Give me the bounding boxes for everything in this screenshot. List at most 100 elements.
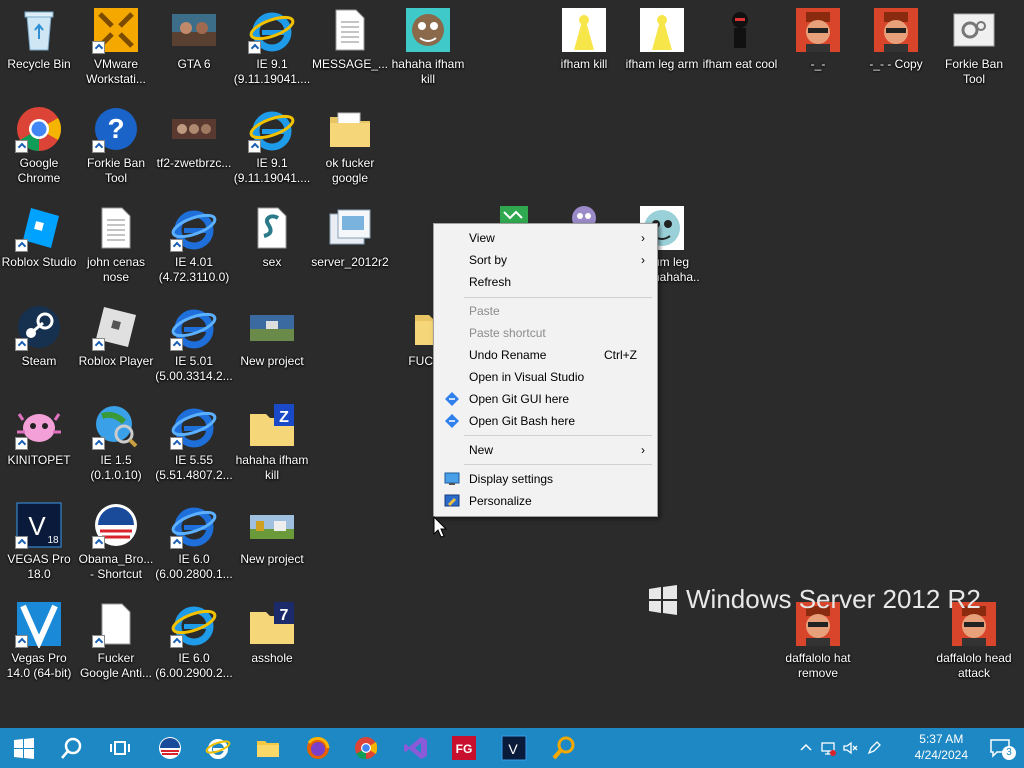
desktop-icon-hahaha-ifham-kill-image[interactable]: hahaha ifham kill <box>389 6 467 87</box>
folder-icon <box>415 315 433 345</box>
pen-icon[interactable] <box>866 740 882 756</box>
desktop-icon-steam[interactable]: Steam <box>0 303 78 369</box>
desktop-icon-google-chrome[interactable]: Google Chrome <box>0 105 78 186</box>
desktop-icon-roblox-player[interactable]: Roblox Player <box>77 303 155 369</box>
taskbar-app-fg[interactable]: FG <box>444 732 484 764</box>
taskbar-search[interactable] <box>52 732 92 764</box>
desktop-icon-label: daffalolo head attack <box>936 651 1012 680</box>
menu-item-undo-rename[interactable]: Undo Rename Ctrl+Z <box>436 344 655 366</box>
git-icon <box>445 392 459 406</box>
clock-time: 5:37 AM <box>919 732 964 746</box>
desktop-icon-kinitopet[interactable]: KINITOPET <box>0 402 78 468</box>
image-icon <box>406 8 450 52</box>
menu-item-open-visual-studio[interactable]: Open in Visual Studio <box>436 366 655 388</box>
desktop-icon-forkie-ban-tool-config[interactable]: Forkie Ban Tool <box>935 6 1013 87</box>
desktop-icon-label: sex <box>262 255 282 269</box>
display-icon <box>444 472 460 485</box>
desktop-icon-new-project-1[interactable]: New project <box>233 303 311 369</box>
desktop-icon-john-cenas-nose[interactable]: john cenas nose <box>77 204 155 285</box>
taskbar-app-file-explorer[interactable] <box>248 732 288 764</box>
mouse-cursor-icon <box>433 516 447 538</box>
svg-text:FG: FG <box>456 742 473 756</box>
menu-item-paste[interactable]: Paste <box>436 300 655 322</box>
ie-icon <box>205 739 231 759</box>
desktop-icon-ie-9-1-b[interactable]: IE 9.1 (9.11.19041.... <box>233 105 311 186</box>
desktop-icon-ie-5-55[interactable]: IE 5.55 (5.51.4807.2... <box>155 402 233 483</box>
gta-image-icon <box>172 14 216 46</box>
desktop-icon-vegas-pro-14[interactable]: Vegas Pro 14.0 (64-bit) <box>0 600 78 681</box>
taskbar-app-vegas[interactable]: V <box>494 732 534 764</box>
desktop-icon-vegas-pro-18[interactable]: V 18 VEGAS Pro 18.0 <box>0 501 78 582</box>
desktop-icon-ifham-eat-cool[interactable]: ifham eat cool <box>701 6 779 72</box>
menu-item-open-git-gui[interactable]: Open Git GUI here <box>436 388 655 410</box>
desktop-icon-label: john cenas nose <box>86 255 146 284</box>
desktop-icon-hahaha-ifham-kill-zip[interactable]: Z hahaha ifham kill <box>233 402 311 483</box>
desktop-icon-fuc[interactable]: FUC <box>389 303 433 369</box>
video-project-icon <box>250 315 294 341</box>
desktop-icon-new-project-2[interactable]: New project <box>233 501 311 567</box>
desktop-icon-ifham-kill[interactable]: ifham kill <box>545 6 623 72</box>
desktop-icon-ifham-leg-arm[interactable]: ifham leg arm <box>623 6 701 72</box>
menu-item-view[interactable]: View › <box>436 227 655 249</box>
desktop-icon-gta-6[interactable]: GTA 6 <box>155 6 233 72</box>
desktop-icon-label: Roblox Player <box>78 354 154 368</box>
desktop-icon-ie-4-01[interactable]: IE 4.01 (4.72.3110.0) <box>155 204 233 285</box>
menu-item-display-settings[interactable]: Display settings <box>436 468 655 490</box>
action-center-button[interactable]: 3 <box>988 736 1016 760</box>
desktop-icon-label: Fucker Google Anti... <box>79 651 153 680</box>
taskbar-app-ie[interactable] <box>198 732 238 764</box>
desktop-icon-dash-copy[interactable]: -_- - Copy <box>857 6 935 72</box>
desktop-icon-ie-5-01[interactable]: IE 5.01 (5.00.3314.2... <box>155 303 233 384</box>
desktop[interactable]: Recycle Bin VMware Workstati... GTA 6 IE… <box>0 0 1024 728</box>
menu-item-new[interactable]: New › <box>436 439 655 461</box>
menu-item-label: Paste <box>469 304 500 318</box>
volume-muted-icon[interactable] <box>842 740 858 756</box>
menu-separator <box>464 435 652 436</box>
desktop-icon-ie-9-1[interactable]: IE 9.1 (9.11.19041.... <box>233 6 311 87</box>
desktop-icon-recycle-bin[interactable]: Recycle Bin <box>0 6 78 72</box>
desktop-icon-ok-fucker-google[interactable]: ok fucker google <box>311 105 389 186</box>
taskbar-app-firefox[interactable] <box>298 732 338 764</box>
firefox-icon <box>307 737 330 759</box>
desktop-icon-label: New project <box>240 354 304 368</box>
menu-item-personalize[interactable]: Personalize <box>436 490 655 512</box>
chevron-right-icon: › <box>641 443 645 457</box>
menu-item-label: Open Git GUI here <box>469 392 570 406</box>
menu-item-label: Open Git Bash here <box>469 414 576 428</box>
desktop-icon-ie-6-0-a[interactable]: IE 6.0 (6.00.2800.1... <box>155 501 233 582</box>
menu-item-sort-by[interactable]: Sort by › <box>436 249 655 271</box>
desktop-icon-roblox-studio[interactable]: Roblox Studio <box>0 204 78 270</box>
desktop-icon-vmware[interactable]: VMware Workstati... <box>77 6 155 87</box>
start-button[interactable] <box>4 732 44 764</box>
menu-item-shortcut: Ctrl+Z <box>604 348 637 362</box>
menu-item-open-git-bash[interactable]: Open Git Bash here <box>436 410 655 432</box>
chevron-right-icon: › <box>641 231 645 245</box>
desktop-icon-label: hahaha ifham kill <box>235 453 309 482</box>
menu-item-label: New <box>469 443 494 457</box>
desktop-icon-dash[interactable]: -_- <box>779 6 857 72</box>
desktop-icon-label: um leg hahaha... <box>653 255 700 299</box>
taskbar-app-obama[interactable] <box>150 732 190 764</box>
desktop-icon-tf2[interactable]: tf2-zwetbrzc... <box>155 105 233 171</box>
taskbar-clock[interactable]: 5:37 AM 4/24/2024 <box>915 731 968 763</box>
image-icon <box>172 119 216 139</box>
menu-item-refresh[interactable]: Refresh <box>436 271 655 293</box>
desktop-icon-fucker-google-anti[interactable]: Fucker Google Anti... <box>77 600 155 681</box>
desktop-icon-server-2012r2[interactable]: server_2012r2 <box>311 204 389 270</box>
desktop-icon-obama[interactable]: Obama_Bro... - Shortcut <box>77 501 155 582</box>
desktop-icon-message[interactable]: MESSAGE_... <box>311 6 389 72</box>
desktop-icon-sex[interactable]: sex <box>233 204 311 270</box>
desktop-icon-ie-1-5[interactable]: IE 1.5 (0.1.0.10) <box>77 402 155 483</box>
desktop-icon-forkie-ban-tool[interactable]: ? Forkie Ban Tool <box>77 105 155 186</box>
desktop-icon-label: server_2012r2 <box>311 255 389 269</box>
taskbar-app-visual-studio[interactable] <box>396 732 436 764</box>
desktop-icon-asshole[interactable]: 7 asshole <box>233 600 311 666</box>
taskbar-task-view[interactable] <box>100 732 140 764</box>
desktop-icon-ie-6-0-b[interactable]: IE 6.0 (6.00.2900.2... <box>155 600 233 681</box>
network-icon[interactable] <box>820 740 836 756</box>
image-icon <box>718 8 762 52</box>
taskbar-app-search-tool[interactable] <box>544 732 584 764</box>
taskbar-app-chrome[interactable] <box>346 732 386 764</box>
menu-item-paste-shortcut[interactable]: Paste shortcut <box>436 322 655 344</box>
chevron-up-icon[interactable] <box>800 742 812 754</box>
